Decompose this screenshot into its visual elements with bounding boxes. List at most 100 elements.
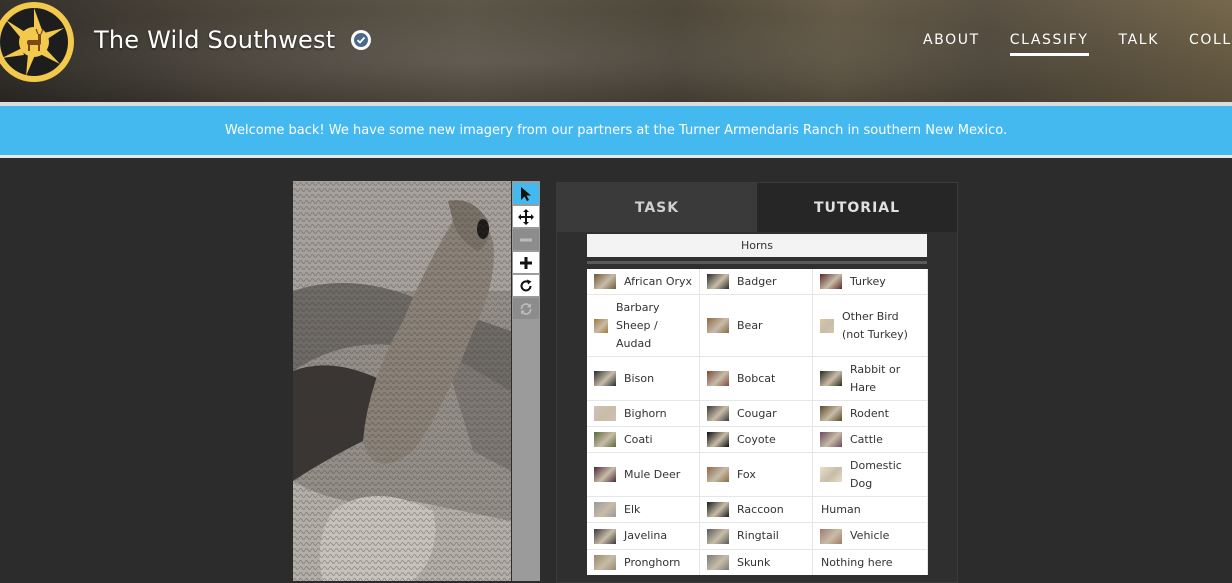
rotate-button[interactable] bbox=[513, 275, 539, 296]
choice-cattle[interactable]: Cattle bbox=[813, 427, 928, 453]
choice-label: Skunk bbox=[737, 555, 771, 569]
rabbit-thumbnail bbox=[820, 371, 842, 386]
choice-badger[interactable]: Badger bbox=[700, 269, 813, 295]
bison-thumbnail bbox=[594, 371, 616, 386]
choice-african-oryx[interactable]: African Oryx bbox=[587, 269, 700, 295]
choice-label: Ringtail bbox=[737, 529, 779, 542]
tab-tutorial[interactable]: TUTORIAL bbox=[757, 183, 957, 232]
choice-turkey[interactable]: Turkey bbox=[813, 269, 928, 295]
banner-divider bbox=[0, 155, 1232, 158]
choice-coati[interactable]: Coati bbox=[587, 427, 700, 453]
african-oryx-thumbnail bbox=[594, 274, 616, 289]
choice-cougar[interactable]: Cougar bbox=[700, 401, 813, 427]
choice-label: Barbary Sheep / Audad bbox=[616, 300, 660, 350]
mule-deer-thumbnail bbox=[594, 467, 616, 482]
choice-label: Bison bbox=[624, 371, 655, 385]
choice-label: Coati bbox=[624, 432, 653, 446]
cattle-thumbnail bbox=[820, 432, 842, 447]
badger-thumbnail bbox=[707, 274, 729, 289]
choice-vehicle[interactable]: Vehicle bbox=[813, 523, 928, 550]
choice-label: Other Bird (not Turkey) bbox=[842, 309, 908, 341]
choice-label: Pronghorn bbox=[624, 555, 681, 569]
choice-domestic-dog[interactable]: Domestic Dog bbox=[813, 453, 928, 497]
choice-bobcat[interactable]: Bobcat bbox=[700, 357, 813, 401]
choice-label: Bear bbox=[737, 318, 763, 332]
raccoon-thumbnail bbox=[707, 502, 729, 517]
pointer-icon bbox=[521, 186, 531, 201]
choice-javelina[interactable]: Javelina bbox=[587, 523, 700, 550]
subject-image[interactable] bbox=[293, 181, 511, 581]
zoom-in-icon bbox=[520, 256, 532, 269]
rodent-thumbnail bbox=[820, 406, 842, 421]
choice-label: Turkey bbox=[850, 274, 886, 288]
move-icon bbox=[518, 208, 534, 225]
choice-label: Badger bbox=[737, 274, 777, 288]
choice-label: Bobcat bbox=[737, 371, 776, 385]
choice-label: Raccoon bbox=[737, 502, 784, 516]
domestic-dog-thumbnail bbox=[820, 467, 842, 482]
choice-human[interactable]: Human bbox=[813, 497, 928, 523]
nav-talk[interactable]: TALK bbox=[1119, 32, 1159, 56]
nav-about[interactable]: ABOUT bbox=[923, 32, 980, 56]
choice-elk[interactable]: Elk bbox=[587, 497, 700, 523]
page-scrollbar[interactable] bbox=[1226, 0, 1232, 581]
aperture-logo-icon bbox=[0, 8, 68, 76]
nav-collections[interactable]: COLLE bbox=[1189, 32, 1232, 56]
reset-button[interactable] bbox=[513, 298, 539, 319]
choice-other-bird[interactable]: Other Bird (not Turkey) bbox=[813, 295, 928, 357]
choice-mule-deer[interactable]: Mule Deer bbox=[587, 453, 700, 497]
zoom-out-icon bbox=[520, 238, 532, 241]
choice-label: Nothing here bbox=[821, 555, 893, 569]
elk-thumbnail bbox=[594, 502, 616, 517]
choice-rabbit-or-hare[interactable]: Rabbit or Hare bbox=[813, 357, 928, 401]
choice-nothing-here[interactable]: Nothing here bbox=[813, 550, 928, 575]
horns-filter[interactable]: Horns bbox=[587, 234, 927, 257]
coyote-thumbnail bbox=[707, 432, 729, 447]
bighorn-thumbnail bbox=[594, 406, 616, 421]
species-choice-grid: African Oryx Badger Turkey Barbary Sheep… bbox=[587, 269, 928, 575]
choice-label: Coyote bbox=[737, 432, 776, 446]
squirrel-photo bbox=[293, 181, 511, 581]
main-nav: ABOUT CLASSIFY TALK COLLE bbox=[923, 32, 1232, 56]
bobcat-thumbnail bbox=[707, 371, 729, 386]
choice-rodent[interactable]: Rodent bbox=[813, 401, 928, 427]
choice-label: Elk bbox=[624, 502, 641, 516]
choice-label: Rabbit or Hare bbox=[850, 362, 901, 394]
reset-icon bbox=[520, 302, 532, 315]
choice-label: African Oryx bbox=[624, 274, 693, 288]
choice-fox[interactable]: Fox bbox=[700, 453, 813, 497]
choice-raccoon[interactable]: Raccoon bbox=[700, 497, 813, 523]
javelina-thumbnail bbox=[594, 528, 616, 544]
choice-label: Bighorn bbox=[624, 406, 667, 420]
choice-label: Vehicle bbox=[850, 529, 890, 542]
ringtail-thumbnail bbox=[707, 528, 729, 544]
choice-label: Javelina bbox=[624, 529, 668, 542]
turkey-thumbnail bbox=[820, 274, 842, 289]
choice-label: Fox bbox=[737, 467, 756, 481]
choice-coyote[interactable]: Coyote bbox=[700, 427, 813, 453]
project-title[interactable]: The Wild Southwest bbox=[94, 26, 335, 54]
other-bird-thumbnail bbox=[820, 318, 834, 333]
choice-barbary-sheep[interactable]: Barbary Sheep / Audad bbox=[587, 295, 700, 357]
choice-pronghorn[interactable]: Pronghorn bbox=[587, 550, 700, 575]
task-panel: TASK TUTORIAL Horns African Oryx Badger … bbox=[556, 182, 958, 583]
choice-bear[interactable]: Bear bbox=[700, 295, 813, 357]
image-toolbar bbox=[512, 181, 540, 581]
verified-badge-icon bbox=[351, 30, 372, 50]
project-logo[interactable] bbox=[0, 2, 74, 82]
move-tool-button[interactable] bbox=[513, 206, 539, 227]
zoom-out-button[interactable] bbox=[513, 229, 539, 250]
filter-divider bbox=[587, 261, 927, 264]
rotate-icon bbox=[520, 279, 532, 291]
choice-ringtail[interactable]: Ringtail bbox=[700, 523, 813, 550]
site-header: The Wild Southwest ABOUT CLASSIFY TALK C… bbox=[0, 0, 1232, 102]
vehicle-thumbnail bbox=[820, 528, 842, 544]
pointer-tool-button[interactable] bbox=[513, 183, 539, 204]
zoom-in-button[interactable] bbox=[513, 252, 539, 273]
tab-task[interactable]: TASK bbox=[557, 183, 757, 232]
nav-classify[interactable]: CLASSIFY bbox=[1009, 32, 1089, 56]
choice-label: Domestic Dog bbox=[850, 458, 902, 490]
choice-skunk[interactable]: Skunk bbox=[700, 550, 813, 575]
choice-bison[interactable]: Bison bbox=[587, 357, 700, 401]
choice-bighorn[interactable]: Bighorn bbox=[587, 401, 700, 427]
